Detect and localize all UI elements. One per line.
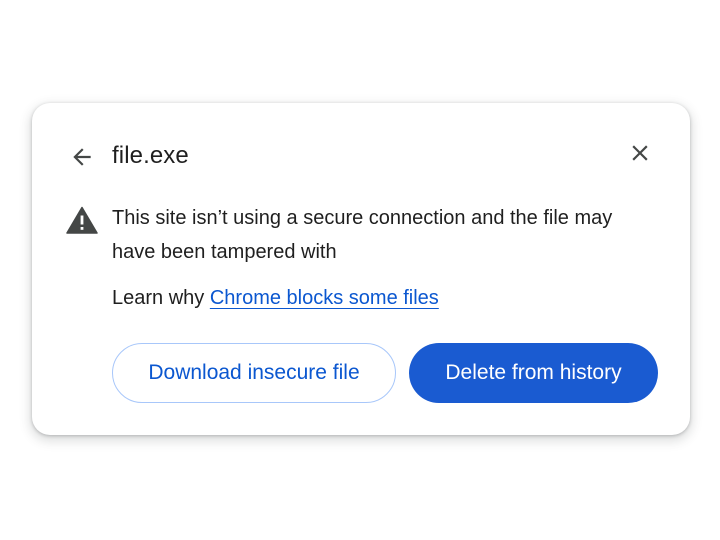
chrome-blocks-files-link[interactable]: Chrome blocks some files bbox=[210, 287, 439, 309]
close-button[interactable] bbox=[624, 137, 656, 169]
warning-message: This site isn’t using a secure connectio… bbox=[112, 207, 613, 263]
close-icon bbox=[632, 145, 648, 161]
dialog-title: file.exe bbox=[112, 142, 189, 169]
learn-why-text: Learn why Chrome blocks some files bbox=[112, 282, 439, 314]
page: file.exe This site isn’t using a secure … bbox=[0, 0, 720, 540]
warning-triangle-icon bbox=[66, 206, 98, 234]
download-warning-dialog: file.exe This site isn’t using a secure … bbox=[32, 103, 690, 435]
download-insecure-file-button[interactable]: Download insecure file bbox=[112, 343, 396, 403]
delete-from-history-button[interactable]: Delete from history bbox=[409, 343, 658, 403]
learn-prefix: Learn why bbox=[112, 287, 210, 309]
arrow-left-icon bbox=[73, 148, 91, 166]
back-button[interactable] bbox=[66, 141, 98, 173]
